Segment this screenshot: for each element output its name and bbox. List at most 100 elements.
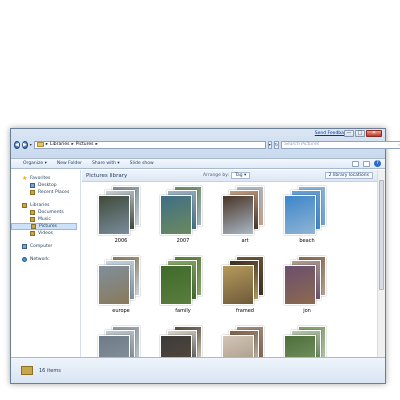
command-bar: Organize ▾ New Folder Share with ▾ Slide… <box>11 159 385 169</box>
sidebar-item-label: Network <box>30 257 49 262</box>
window-frame-top: Send Feedback — □ ✕ ◀ ▶ ▾ ▸ Libraries ▸ … <box>11 129 400 159</box>
photo-thumbnail <box>284 265 316 305</box>
photo-stack <box>284 186 330 236</box>
library-title: Pictures library <box>86 172 128 179</box>
folder-stack-label: 2007 <box>176 238 190 244</box>
sidebar-item-videos[interactable]: Videos <box>11 230 80 237</box>
sidebar-item-label: Desktop <box>38 183 57 188</box>
folder-stack-item[interactable]: art <box>214 186 276 254</box>
network-group: Network <box>11 256 80 263</box>
breadcrumb-libraries[interactable]: Libraries <box>50 142 69 147</box>
sidebar-item-label: Music <box>38 217 51 222</box>
folder-stack-item[interactable] <box>214 326 276 357</box>
breadcrumb-separator: ▸ <box>45 142 48 147</box>
organize-button[interactable]: Organize ▾ <box>23 161 47 166</box>
videos-icon <box>30 231 35 236</box>
navigation-bar: ◀ ▶ ▾ ▸ Libraries ▸ Pictures ▸ ▾ ↻ Searc… <box>14 140 400 149</box>
folder-stack-label: framed <box>235 308 254 314</box>
folder-stack-label: beach <box>299 238 315 244</box>
change-view-icon[interactable] <box>352 160 359 167</box>
sidebar-item-documents[interactable]: Documents <box>11 209 80 216</box>
photo-stack <box>284 326 330 357</box>
photo-thumbnail <box>160 335 192 357</box>
libraries-group: Libraries Documents Music Pictures Video… <box>11 202 80 237</box>
pictures-icon <box>31 224 36 229</box>
folder-stack-item[interactable]: europe <box>90 256 152 324</box>
arrange-by-dropdown[interactable]: Tag ▾ <box>231 172 251 179</box>
folder-icon <box>36 142 44 147</box>
folder-stack-label: family <box>175 308 191 314</box>
details-pane: 16 items <box>11 357 385 383</box>
sidebar-item-libraries[interactable]: Libraries <box>11 202 80 209</box>
forward-button[interactable]: ▶ <box>21 140 28 149</box>
content-pane: Pictures library Arrange by: Tag ▾ 2 lib… <box>82 170 377 357</box>
arrange-by-label: Arrange by: <box>203 173 230 178</box>
sidebar-item-computer[interactable]: Computer <box>11 243 80 250</box>
photo-thumbnail <box>160 195 192 235</box>
folder-stack-item[interactable]: family <box>152 256 214 324</box>
folder-stack-item[interactable]: jon <box>276 256 338 324</box>
recent-places-icon <box>30 190 35 195</box>
documents-icon <box>30 210 35 215</box>
sidebar-item-recent-places[interactable]: Recent Places <box>11 189 80 196</box>
breadcrumb-separator: ▸ <box>71 142 74 147</box>
folder-stack-item[interactable] <box>276 326 338 357</box>
photo-thumbnail <box>98 265 130 305</box>
sidebar-item-music[interactable]: Music <box>11 216 80 223</box>
sidebar-item-label: Pictures <box>39 224 57 229</box>
folder-stack-item[interactable]: 2007 <box>152 186 214 254</box>
recent-pages-dropdown[interactable]: ▾ <box>30 142 32 147</box>
folder-stack-item[interactable]: 2006 <box>90 186 152 254</box>
sidebar-item-pictures[interactable]: Pictures <box>11 223 77 230</box>
sidebar-item-label: Libraries <box>30 203 50 208</box>
new-folder-button[interactable]: New Folder <box>57 161 82 166</box>
computer-icon <box>22 244 27 249</box>
photo-stack <box>160 186 206 236</box>
slide-show-button[interactable]: Slide show <box>130 161 154 166</box>
help-icon[interactable]: ? <box>374 160 381 167</box>
photo-stack <box>222 186 268 236</box>
close-button[interactable]: ✕ <box>366 130 382 137</box>
search-placeholder: Search Pictures <box>284 142 320 147</box>
sidebar-item-favorites[interactable]: ★ Favorites <box>11 175 80 182</box>
photo-thumbnail <box>284 335 316 357</box>
photo-stack <box>160 326 206 357</box>
address-bar[interactable]: ▸ Libraries ▸ Pictures ▸ <box>33 140 266 149</box>
scrollbar-thumb[interactable] <box>379 180 384 290</box>
photo-stack <box>98 186 144 236</box>
minimize-button[interactable]: — <box>344 130 354 137</box>
folder-stack-item[interactable] <box>152 326 214 357</box>
photo-stack <box>98 326 144 357</box>
computer-group: Computer <box>11 243 80 250</box>
music-icon <box>30 217 35 222</box>
vertical-scrollbar[interactable] <box>377 170 385 357</box>
photo-stack <box>222 256 268 306</box>
refresh-button[interactable]: ↻ <box>273 140 280 149</box>
sidebar-item-label: Videos <box>38 231 53 236</box>
search-input[interactable]: Search Pictures ⌕ <box>281 140 400 149</box>
share-with-button[interactable]: Share with ▾ <box>92 161 120 166</box>
breadcrumb-pictures[interactable]: Pictures <box>76 142 94 147</box>
photo-stack <box>160 256 206 306</box>
photo-thumbnail <box>222 335 254 357</box>
photo-thumbnail <box>160 265 192 305</box>
library-locations-button[interactable]: 2 library locations <box>324 172 373 179</box>
folder-stack-item[interactable]: beach <box>276 186 338 254</box>
desktop-icon <box>30 183 35 188</box>
explorer-window: Send Feedback — □ ✕ ◀ ▶ ▾ ▸ Libraries ▸ … <box>10 128 400 384</box>
sidebar-item-label: Computer <box>30 244 53 249</box>
library-icon <box>21 366 33 375</box>
window-controls: — □ ✕ <box>344 130 382 137</box>
folder-stack-label: europe <box>112 308 130 314</box>
folder-stack-item[interactable]: framed <box>214 256 276 324</box>
maximize-button[interactable]: □ <box>355 130 365 137</box>
sidebar-item-network[interactable]: Network <box>11 256 80 263</box>
navigation-pane: ★ Favorites Desktop Recent Places Librar… <box>11 170 81 357</box>
toolbar-right-group: ? <box>352 160 385 167</box>
sidebar-item-desktop[interactable]: Desktop <box>11 182 80 189</box>
folder-stack-item[interactable] <box>90 326 152 357</box>
address-dropdown-button[interactable]: ▾ <box>267 140 272 149</box>
favorites-group: ★ Favorites Desktop Recent Places <box>11 175 80 196</box>
back-button[interactable]: ◀ <box>14 140 20 149</box>
preview-pane-icon[interactable] <box>363 160 370 167</box>
